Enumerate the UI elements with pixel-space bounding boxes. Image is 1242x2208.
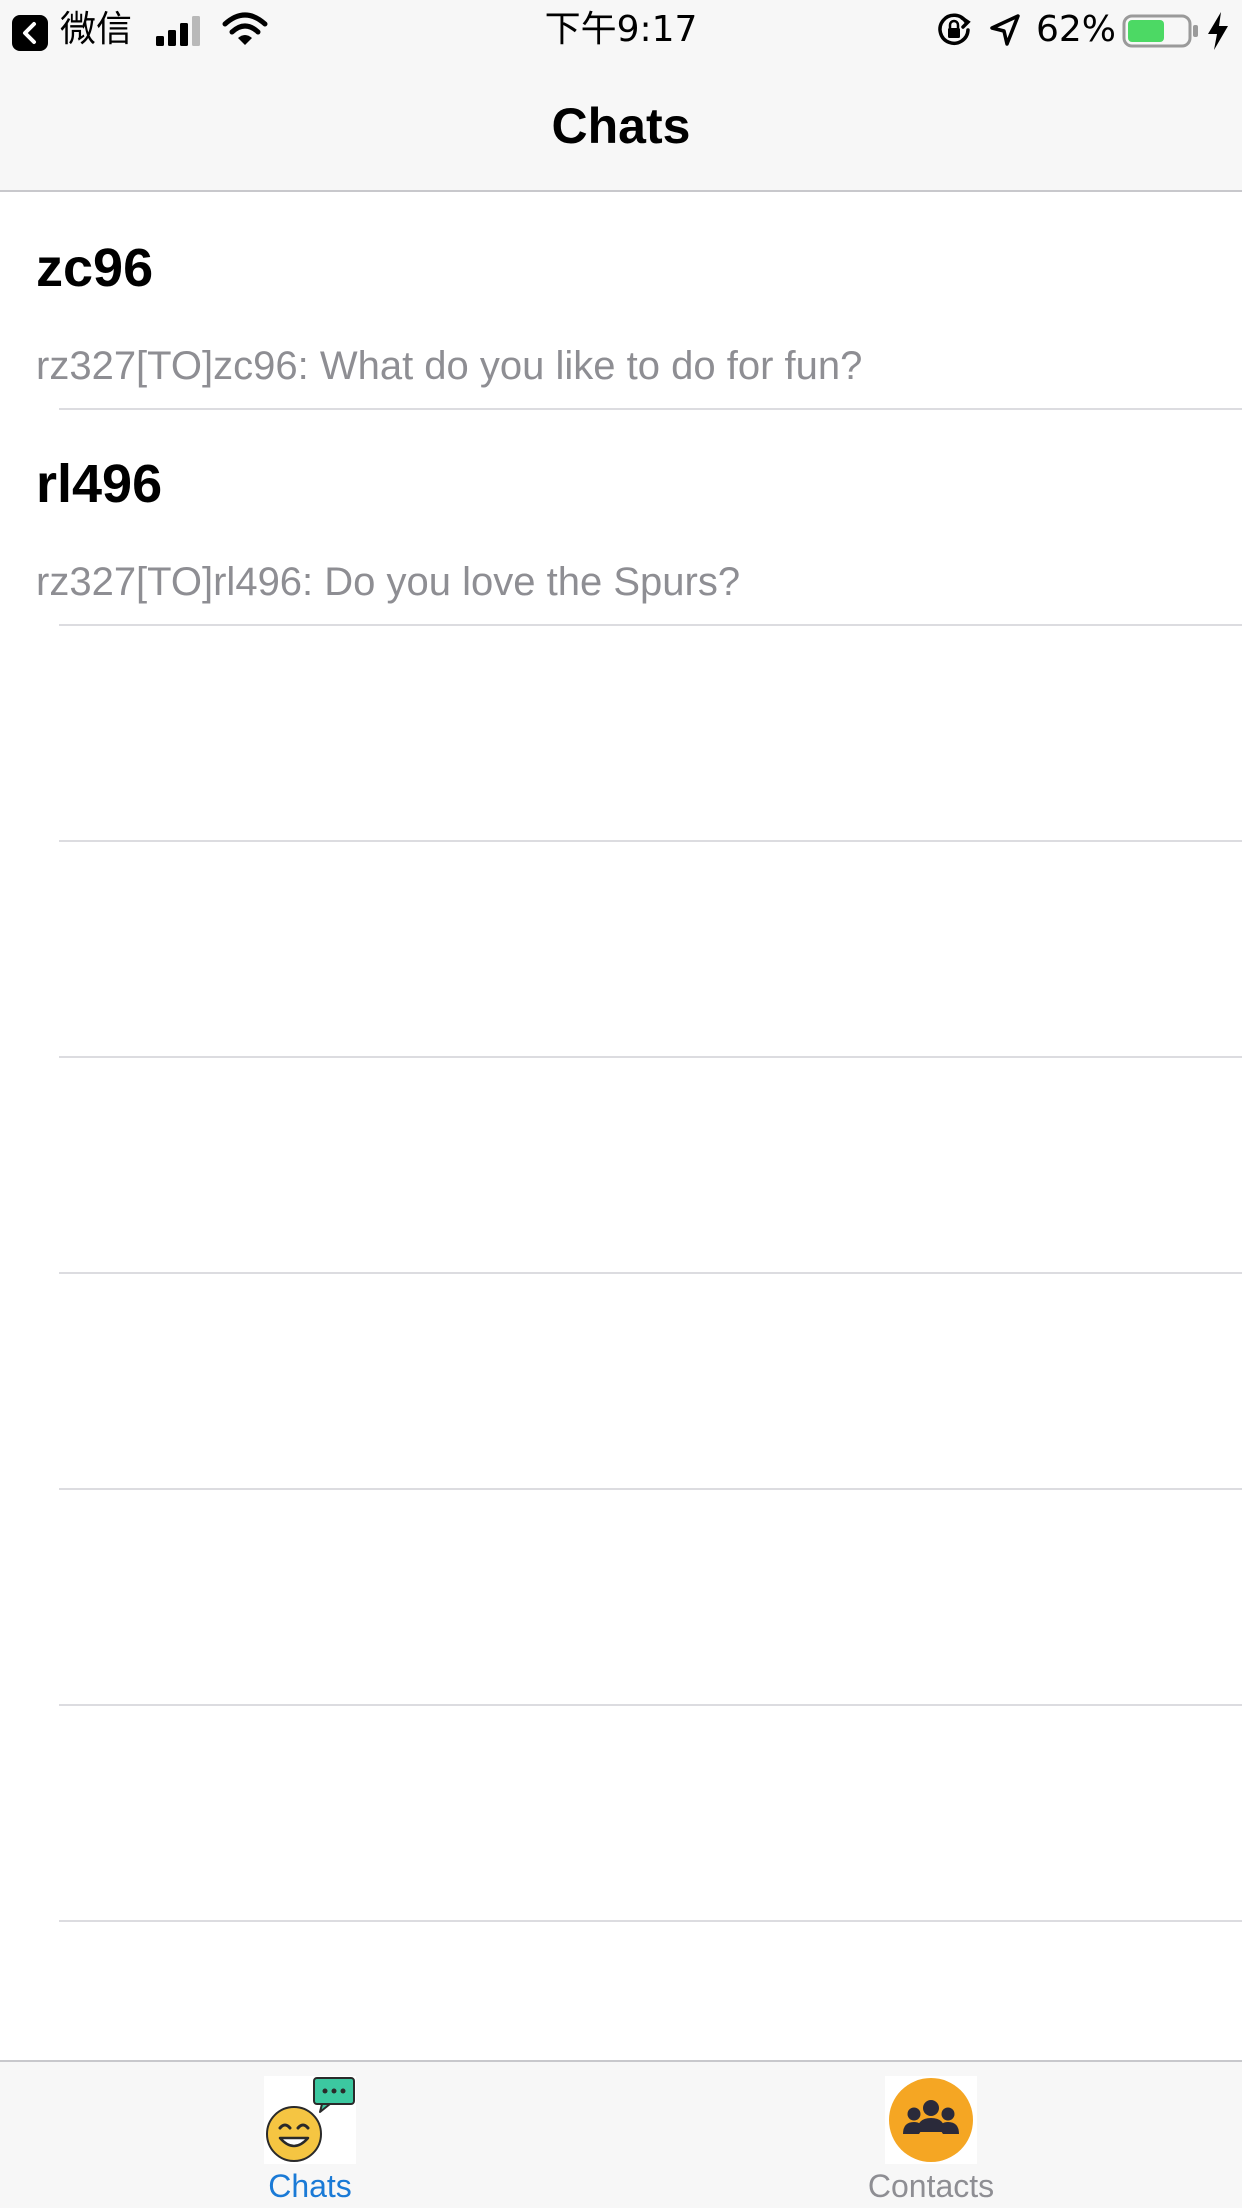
page-title: Chats [551, 98, 691, 154]
empty-row [0, 624, 1242, 842]
battery-icon [1122, 14, 1198, 48]
chat-last-message: rz327[TO]zc96: What do you like to do fo… [36, 344, 863, 388]
status-bar: 微信 下午9:17 62% [0, 0, 1242, 60]
chat-list[interactable]: zc96 rz327[TO]zc96: What do you like to … [0, 192, 1242, 1922]
tab-chats[interactable]: Chats [160, 2062, 460, 2208]
charging-bolt-icon [1208, 12, 1228, 50]
empty-row [0, 1272, 1242, 1490]
chats-screen: 微信 下午9:17 62% Chats zc96 rz327[TO]zc96: … [0, 0, 1242, 2208]
chat-smiley-icon [264, 2076, 356, 2164]
empty-row [0, 840, 1242, 1058]
empty-row [0, 1488, 1242, 1706]
tab-contacts[interactable]: Contacts [781, 2062, 1081, 2208]
empty-row [0, 1704, 1242, 1922]
chat-last-message: rz327[TO]rl496: Do you love the Spurs? [36, 560, 741, 604]
battery-percentage: 62% [1036, 9, 1117, 50]
chat-contact-name: rl496 [36, 454, 163, 514]
tab-bar: Chats Contacts [0, 2060, 1242, 2208]
chat-contact-name: zc96 [36, 238, 154, 298]
tab-label: Chats [268, 2168, 352, 2204]
chat-row-zc96[interactable]: zc96 rz327[TO]zc96: What do you like to … [0, 192, 1242, 410]
tab-label: Contacts [867, 2168, 995, 2204]
row-divider [59, 1920, 1242, 1922]
chat-row-rl496[interactable]: rl496 rz327[TO]rl496: Do you love the Sp… [0, 408, 1242, 626]
location-arrow-icon [990, 14, 1020, 46]
rotation-lock-icon [938, 13, 971, 45]
empty-row [0, 1056, 1242, 1274]
contacts-group-icon [885, 2076, 977, 2164]
navigation-bar: Chats [0, 60, 1242, 192]
